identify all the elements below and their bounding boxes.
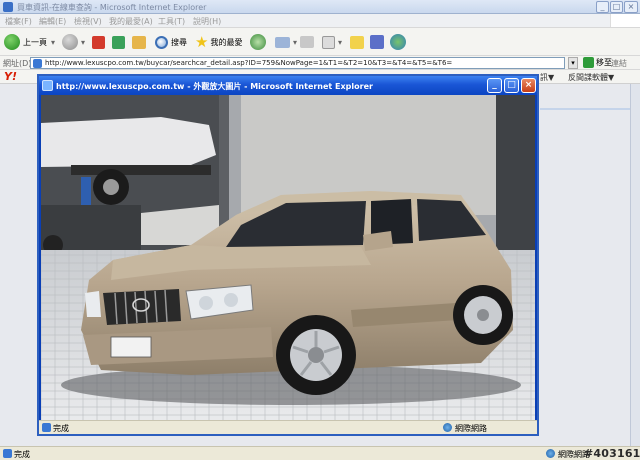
go-button[interactable]: 移至 <box>583 57 612 68</box>
page-divider <box>540 108 636 110</box>
close-button[interactable]: × <box>624 1 638 13</box>
menu-favorites[interactable]: 我的最愛(A) <box>109 16 153 27</box>
refresh-icon <box>112 35 125 49</box>
address-input[interactable]: http://www.lexuscpo.com.tw/buycar/search… <box>30 57 565 69</box>
forward-arrow-icon <box>62 34 78 50</box>
internet-zone-icon <box>546 449 555 458</box>
back-button-label: 上一頁 <box>23 37 47 47</box>
discuss-button[interactable] <box>350 33 367 51</box>
discuss-icon <box>350 35 364 49</box>
address-bar: 網址(D) http://www.lexuscpo.com.tw/buycar/… <box>0 56 640 70</box>
ie-app-icon <box>3 2 13 12</box>
done-page-icon <box>3 449 12 458</box>
watermark-id: #403161 <box>584 447 640 460</box>
address-value: http://www.lexuscpo.com.tw/buycar/search… <box>45 59 453 67</box>
edit-button[interactable]: ▾ <box>322 33 342 51</box>
favorites-button[interactable]: ★ 我的最愛 <box>195 33 242 51</box>
back-button[interactable]: 上一頁 ▾ <box>4 33 55 51</box>
yahoo-logo[interactable]: Y! <box>4 70 17 83</box>
popup-status-bar: 完成 網際網路 <box>39 420 537 434</box>
stop-button[interactable] <box>92 33 108 51</box>
popup-titlebar[interactable]: http://www.lexuscpo.com.tw - 外觀放大圖片 - Mi… <box>39 76 537 95</box>
home-icon <box>132 35 146 49</box>
outer-status-text: 完成 <box>14 450 30 459</box>
go-button-label: 移至 <box>596 58 612 67</box>
menu-bar: 檔案(F) 編輯(E) 檢視(V) 我的最愛(A) 工具(T) 說明(H) <box>0 14 640 28</box>
menu-file[interactable]: 檔案(F) <box>5 16 32 27</box>
home-button[interactable] <box>132 33 149 51</box>
refresh-button[interactable] <box>112 33 128 51</box>
popup-done-page-icon <box>42 423 51 432</box>
outer-status-bar: 完成 網際網路 <box>0 446 640 460</box>
address-dropdown-button[interactable]: ▾ <box>568 57 578 69</box>
mail-button[interactable]: ▾ <box>275 33 297 51</box>
links-label[interactable]: 連結 <box>611 58 627 69</box>
links-item-antispyware[interactable]: 反間諜軟體▼ <box>568 72 614 83</box>
popup-internet-zone-icon <box>443 423 452 432</box>
history-icon <box>250 34 266 50</box>
edit-icon <box>322 35 335 49</box>
messenger-icon <box>390 34 406 50</box>
popup-status-text: 完成 <box>53 424 69 433</box>
messenger-button[interactable] <box>390 33 409 51</box>
car-photo <box>41 95 535 420</box>
menu-edit[interactable]: 編輯(E) <box>39 16 66 27</box>
search-button[interactable]: 搜尋 <box>155 33 187 51</box>
star-icon: ★ <box>195 33 209 51</box>
history-button[interactable] <box>250 33 269 51</box>
links-item-news[interactable]: 訊▼ <box>540 72 554 83</box>
print-button[interactable] <box>300 33 317 51</box>
address-label: 網址(D) <box>3 59 32 68</box>
standard-toolbar: 上一頁 ▾ ▾ 搜尋 ★ 我的最愛 ▾ ▾ <box>0 28 640 56</box>
popup-maximize-button[interactable]: □ <box>504 78 519 93</box>
minimize-button[interactable]: _ <box>596 1 609 13</box>
maximize-button[interactable]: □ <box>610 1 623 13</box>
outer-window-titlebar: 買車資訊-在線車查詢 - Microsoft Internet Explorer… <box>0 0 640 14</box>
outer-scrollbar[interactable] <box>630 84 640 446</box>
go-arrow-icon <box>583 57 594 68</box>
menu-help[interactable]: 說明(H) <box>193 16 221 27</box>
popup-close-button[interactable]: × <box>521 78 536 93</box>
print-icon <box>300 36 314 48</box>
search-icon <box>155 35 168 49</box>
research-button[interactable] <box>370 33 387 51</box>
stop-icon <box>92 35 105 49</box>
page-icon <box>33 59 42 68</box>
popup-title: http://www.lexuscpo.com.tw - 外觀放大圖片 - Mi… <box>56 82 373 91</box>
outer-window-title: 買車資訊-在線車查詢 - Microsoft Internet Explorer <box>17 3 207 12</box>
forward-button[interactable]: ▾ <box>62 33 85 51</box>
favorites-button-label: 我的最愛 <box>210 37 243 47</box>
back-arrow-icon <box>4 34 20 50</box>
search-button-label: 搜尋 <box>171 37 187 47</box>
windows-logo-area <box>610 14 640 27</box>
menu-tools[interactable]: 工具(T) <box>158 16 185 27</box>
mail-icon <box>275 36 290 48</box>
popup-zone-text: 網際網路 <box>455 424 487 433</box>
menu-view[interactable]: 檢視(V) <box>74 16 102 27</box>
popup-ie-icon <box>42 80 53 91</box>
lexus-suv-photo <box>41 95 535 420</box>
research-icon <box>370 35 384 49</box>
image-popup-window: http://www.lexuscpo.com.tw - 外觀放大圖片 - Mi… <box>37 74 539 436</box>
popup-minimize-button[interactable]: _ <box>487 78 502 93</box>
